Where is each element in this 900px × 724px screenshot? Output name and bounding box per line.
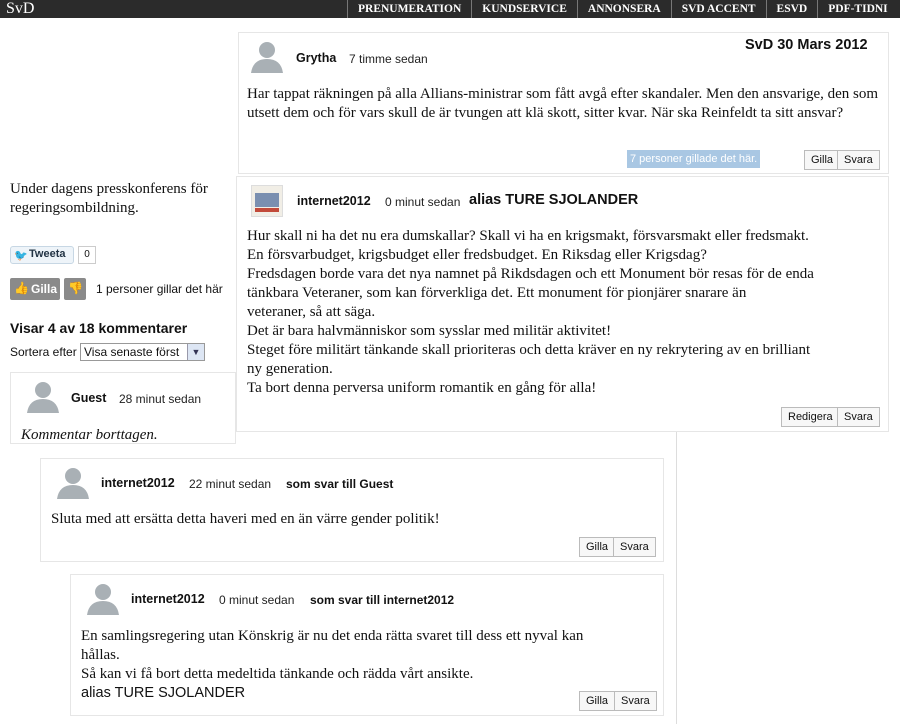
tweet-count: 0 <box>78 246 96 264</box>
nav-item-prenumeration[interactable]: PRENUMERATION <box>347 0 471 18</box>
reply-to-label: som svar till internet2012 <box>310 593 455 607</box>
nav-item-kundservice[interactable]: KUNDSERVICE <box>471 0 577 18</box>
comment-body: Har tappat räkningen på alla Allians-min… <box>247 86 879 121</box>
like-button[interactable]: Gilla <box>579 691 616 711</box>
comment-time: 0 minut sedan <box>385 195 461 209</box>
comment-reply-internet2012: internet2012 0 minut sedan som svar till… <box>70 574 664 716</box>
user-avatar-image <box>251 185 283 217</box>
comment-reply-guest: internet2012 22 minut sedan som svar til… <box>40 458 664 562</box>
avatar-placeholder-icon <box>251 42 283 73</box>
comment-body: Hur skall ni ha det nu era dumskallar? S… <box>247 227 887 398</box>
twitter-bird-icon: 🐦 <box>14 250 28 262</box>
comment-body: Kommentar borttagen. <box>21 427 158 443</box>
chevron-down-icon: ▼ <box>187 344 204 360</box>
comment-grytha: Grytha 7 timme sedan SvD 30 Mars 2012 Ha… <box>238 32 889 174</box>
comment-line: Hur skall ni ha det nu era dumskallar? S… <box>247 228 809 244</box>
comment-guest: Guest 28 minut sedan Kommentar borttagen… <box>10 372 236 444</box>
reply-button[interactable]: Svara <box>613 537 656 557</box>
likes-badge: 7 personer gillade det här. <box>627 150 761 168</box>
reply-to-label: som svar till Guest <box>286 477 394 491</box>
comment-line: Så kan vi få bort detta medeltida tänkan… <box>81 666 474 682</box>
reply-button[interactable]: Svara <box>614 691 657 711</box>
svd-logo[interactable]: SvD <box>6 0 34 18</box>
comment-time: 0 minut sedan <box>219 593 295 607</box>
comment-author[interactable]: Guest <box>71 391 106 405</box>
sort-label: Sortera efter <box>10 345 77 359</box>
like-button[interactable]: Gilla <box>804 150 841 170</box>
comment-line: hållas. <box>81 647 120 663</box>
comment-line: tänkbara Veteraner, som kan förverkliga … <box>247 285 747 301</box>
comment-line: Steget före militärt tänkande skall prio… <box>247 342 811 358</box>
comment-line: En försvarbudget, krigsbudget eller fred… <box>247 247 707 263</box>
avatar-placeholder-icon <box>27 382 59 413</box>
comment-line: Fredsdagen borde vara det nya namnet på … <box>247 266 814 282</box>
nav-item-esvd[interactable]: ESVD <box>765 0 818 18</box>
comments-heading: Visar 4 av 18 kommentarer <box>10 320 188 336</box>
nav-item-pdf-tidning[interactable]: PDF-TIDNI <box>817 0 897 18</box>
comment-author[interactable]: internet2012 <box>101 476 175 490</box>
nav-item-svd-accent[interactable]: SVD ACCENT <box>670 0 766 18</box>
comment-line: En samlingsregering utan Könskrig är nu … <box>81 628 584 644</box>
like-article-button[interactable]: 👍 Gilla <box>10 278 60 300</box>
comment-time: 22 minut sedan <box>189 477 272 491</box>
comment-alias: alias TURE SJOLANDER <box>469 192 639 208</box>
thumbs-down-icon: 👎 <box>68 281 83 295</box>
article-likes-text: 1 personer gillar det här <box>96 282 223 296</box>
comment-body: Sluta med att ersätta detta haveri med e… <box>51 511 440 527</box>
column-divider <box>676 432 677 724</box>
tweet-button[interactable]: 🐦 Tweeta <box>10 246 74 264</box>
comment-body: En samlingsregering utan Könskrig är nu … <box>81 627 656 684</box>
edit-button[interactable]: Redigera <box>781 407 840 427</box>
like-button[interactable]: Gilla <box>579 537 616 557</box>
thumbs-up-icon: 👍 <box>14 281 29 295</box>
like-label: Gilla <box>31 282 58 296</box>
comment-author[interactable]: internet2012 <box>297 194 371 208</box>
comment-time: 28 minut sedan <box>119 392 202 406</box>
date-stamp: SvD 30 Mars 2012 <box>745 37 868 53</box>
sort-select[interactable]: Visa senaste först ▼ <box>80 343 205 361</box>
comment-line: ny generation. <box>247 361 333 377</box>
comment-line: Det är bara halvmänniskor som sysslar me… <box>247 323 612 339</box>
nav-item-annonsera[interactable]: ANNONSERA <box>576 0 671 18</box>
tweet-label: Tweeta <box>29 248 66 260</box>
article-text-2: regeringsombildning. <box>10 200 139 216</box>
reply-button[interactable]: Svara <box>837 150 880 170</box>
dislike-article-button[interactable]: 👎 <box>64 278 86 300</box>
reply-button[interactable]: Svara <box>837 407 880 427</box>
top-navigation-bar: SvD PRENUMERATION KUNDSERVICE ANNONSERA … <box>0 0 900 18</box>
comment-alias: alias TURE SJOLANDER <box>81 685 246 701</box>
comment-line: veteraner, så att säga. <box>247 304 376 320</box>
avatar-placeholder-icon <box>87 584 119 615</box>
main-nav: PRENUMERATION KUNDSERVICE ANNONSERA SVD … <box>347 0 898 18</box>
article-text: Under dagens presskonferens för <box>10 181 208 197</box>
avatar-placeholder-icon <box>57 468 89 499</box>
comment-author[interactable]: Grytha <box>296 51 336 65</box>
comment-time: 7 timme sedan <box>349 52 428 66</box>
comment-author[interactable]: internet2012 <box>131 592 205 606</box>
comment-line: Ta bort denna perversa uniform romantik … <box>247 380 597 396</box>
comment-internet2012: internet2012 0 minut sedan alias TURE SJ… <box>236 176 889 432</box>
sort-select-value: Visa senaste först <box>84 345 180 359</box>
